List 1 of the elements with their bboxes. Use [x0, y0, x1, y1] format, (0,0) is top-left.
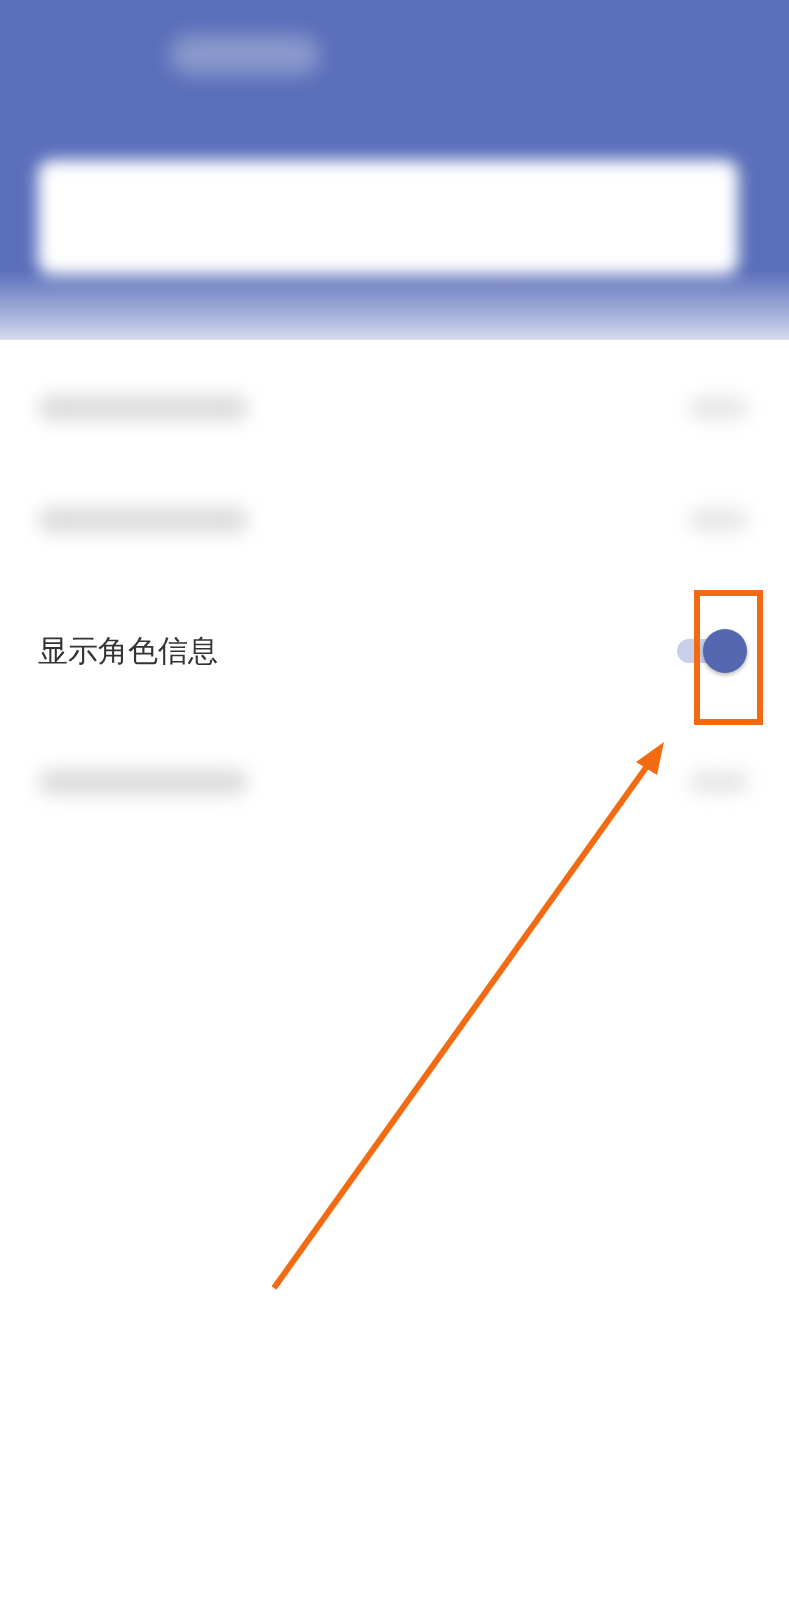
setting-label: 显示角色信息	[38, 631, 218, 670]
